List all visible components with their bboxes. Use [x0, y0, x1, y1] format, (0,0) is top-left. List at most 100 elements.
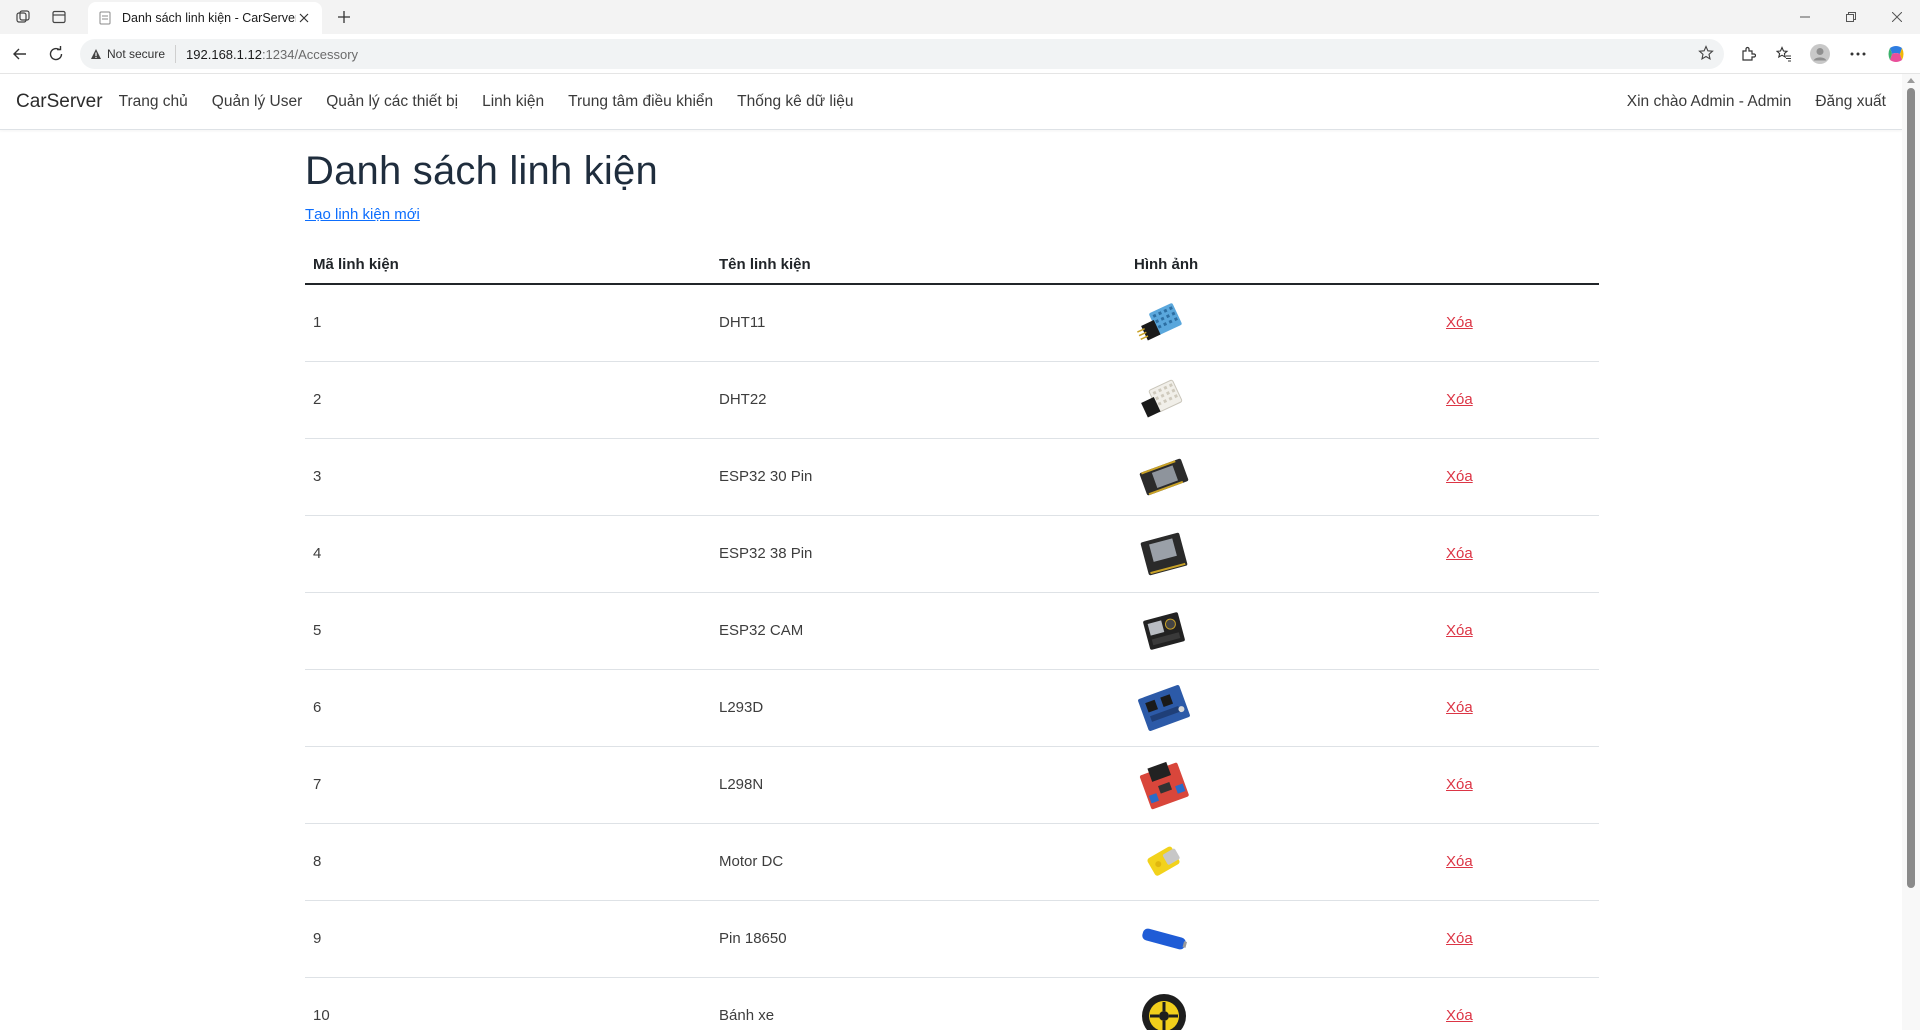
cell-image [1126, 284, 1438, 362]
cell-image [1126, 669, 1438, 747]
cell-id: 6 [305, 669, 711, 747]
back-icon[interactable] [8, 42, 32, 66]
copilot-icon[interactable] [1884, 42, 1908, 66]
table-row: 3 ESP32 30 Pin Xóa [305, 438, 1599, 516]
cell-id: 4 [305, 515, 711, 593]
minimize-icon[interactable] [1782, 4, 1828, 30]
cell-image [1126, 900, 1438, 978]
new-tab-icon[interactable] [332, 6, 356, 28]
favorite-star-icon[interactable] [1698, 45, 1714, 64]
nav-statistics[interactable]: Thống kê dữ liệu [737, 93, 853, 111]
dht22-sensor-image [1134, 373, 1194, 427]
table-row: 10 Bánh xe Xóa [305, 977, 1599, 1030]
more-options-icon[interactable] [1846, 42, 1870, 66]
security-label: Not secure [107, 47, 166, 61]
header-image: Hình ảnh [1126, 244, 1438, 285]
nav-control-center[interactable]: Trung tâm điều khiển [568, 93, 713, 111]
cell-action: Xóa [1438, 438, 1599, 516]
browser-toolbar: Not secure 192.168.1.12:1234/Accessory [0, 34, 1920, 74]
delete-link[interactable]: Xóa [1446, 545, 1473, 562]
cell-id: 3 [305, 438, 711, 516]
site-navbar: CarServer Trang chủ Quản lý User Quản lý… [0, 74, 1902, 130]
header-name: Tên linh kiện [711, 244, 1126, 285]
cell-image [1126, 438, 1438, 516]
address-bar[interactable]: Not secure 192.168.1.12:1234/Accessory [80, 39, 1724, 69]
cell-id: 2 [305, 361, 711, 439]
cell-name: ESP32 38 Pin [711, 515, 1126, 593]
page-viewport: CarServer Trang chủ Quản lý User Quản lý… [0, 74, 1902, 1030]
scroll-thumb[interactable] [1907, 88, 1915, 888]
cell-name: L293D [711, 669, 1126, 747]
cell-name: Motor DC [711, 823, 1126, 901]
workspaces-icon[interactable] [12, 7, 34, 27]
table-header-row: Mã linh kiện Tên linh kiện Hình ảnh [305, 244, 1599, 285]
delete-link[interactable]: Xóa [1446, 468, 1473, 485]
restore-icon[interactable] [1828, 4, 1874, 30]
cell-action: Xóa [1438, 669, 1599, 747]
close-tab-icon[interactable] [296, 10, 312, 26]
cell-image [1126, 746, 1438, 824]
cell-action: Xóa [1438, 284, 1599, 362]
delete-link[interactable]: Xóa [1446, 930, 1473, 947]
cell-name: Bánh xe [711, 977, 1126, 1030]
cell-action: Xóa [1438, 746, 1599, 824]
cell-id: 9 [305, 900, 711, 978]
warning-icon [91, 49, 101, 59]
greeting-link[interactable]: Xin chào Admin - Admin [1627, 93, 1792, 111]
battery-18650-image [1134, 912, 1194, 966]
brand-link[interactable]: CarServer [16, 91, 103, 113]
logout-link[interactable]: Đăng xuất [1815, 93, 1886, 111]
esp32-38pin-image [1134, 527, 1194, 581]
table-row: 8 Motor DC Xóa [305, 823, 1599, 901]
wheel-image [1134, 989, 1194, 1030]
nav-user-management[interactable]: Quản lý User [212, 93, 302, 111]
favorites-icon[interactable] [1772, 42, 1796, 66]
browser-tab-bar: Danh sách linh kiện - CarServer [0, 0, 1920, 34]
cell-action: Xóa [1438, 592, 1599, 670]
table-row: 2 DHT22 Xóa [305, 361, 1599, 439]
table-row: 9 Pin 18650 Xóa [305, 900, 1599, 978]
extensions-icon[interactable] [1736, 42, 1760, 66]
url-host: 192.168.1.12 [186, 46, 262, 62]
l298n-driver-image [1134, 758, 1194, 812]
dht11-sensor-image [1134, 296, 1194, 350]
cell-image [1126, 361, 1438, 439]
nav-device-management[interactable]: Quản lý các thiết bị [326, 93, 458, 111]
delete-link[interactable]: Xóa [1446, 1007, 1473, 1024]
cell-image [1126, 977, 1438, 1030]
cell-action: Xóa [1438, 823, 1599, 901]
delete-link[interactable]: Xóa [1446, 853, 1473, 870]
cell-id: 1 [305, 284, 711, 362]
table-row: 1 DHT11 Xóa [305, 284, 1599, 362]
reload-icon[interactable] [44, 42, 68, 66]
cell-name: ESP32 30 Pin [711, 438, 1126, 516]
cell-name: ESP32 CAM [711, 592, 1126, 670]
page-scrollbar[interactable] [1902, 74, 1920, 1030]
nav-home[interactable]: Trang chủ [119, 93, 188, 111]
cell-name: DHT22 [711, 361, 1126, 439]
delete-link[interactable]: Xóa [1446, 391, 1473, 408]
security-indicator[interactable]: Not secure [90, 45, 177, 63]
page-favicon-icon [98, 11, 112, 25]
main-container: Danh sách linh kiện Tạo linh kiện mới Mã… [305, 131, 1599, 1030]
nav-accessories[interactable]: Linh kiện [482, 93, 544, 111]
delete-link[interactable]: Xóa [1446, 622, 1473, 639]
delete-link[interactable]: Xóa [1446, 699, 1473, 716]
l293d-shield-image [1134, 681, 1194, 735]
cell-name: L298N [711, 746, 1126, 824]
active-tab[interactable]: Danh sách linh kiện - CarServer [88, 2, 322, 34]
delete-link[interactable]: Xóa [1446, 314, 1473, 331]
scroll-up-arrow-icon[interactable] [1907, 78, 1915, 83]
table-row: 5 ESP32 CAM Xóa [305, 592, 1599, 670]
delete-link[interactable]: Xóa [1446, 776, 1473, 793]
accessory-table: Mã linh kiện Tên linh kiện Hình ảnh 1 DH… [305, 244, 1599, 1030]
create-accessory-link[interactable]: Tạo linh kiện mới [305, 206, 420, 223]
close-window-icon[interactable] [1874, 4, 1920, 30]
table-row: 6 L293D Xóa [305, 669, 1599, 747]
cell-name: DHT11 [711, 284, 1126, 362]
profile-avatar-icon[interactable] [1808, 42, 1832, 66]
vertical-tabs-icon[interactable] [48, 7, 70, 27]
cell-image [1126, 515, 1438, 593]
navbar-right: Xin chào Admin - Admin Đăng xuất [1603, 93, 1886, 111]
esp32-30pin-image [1134, 450, 1194, 504]
